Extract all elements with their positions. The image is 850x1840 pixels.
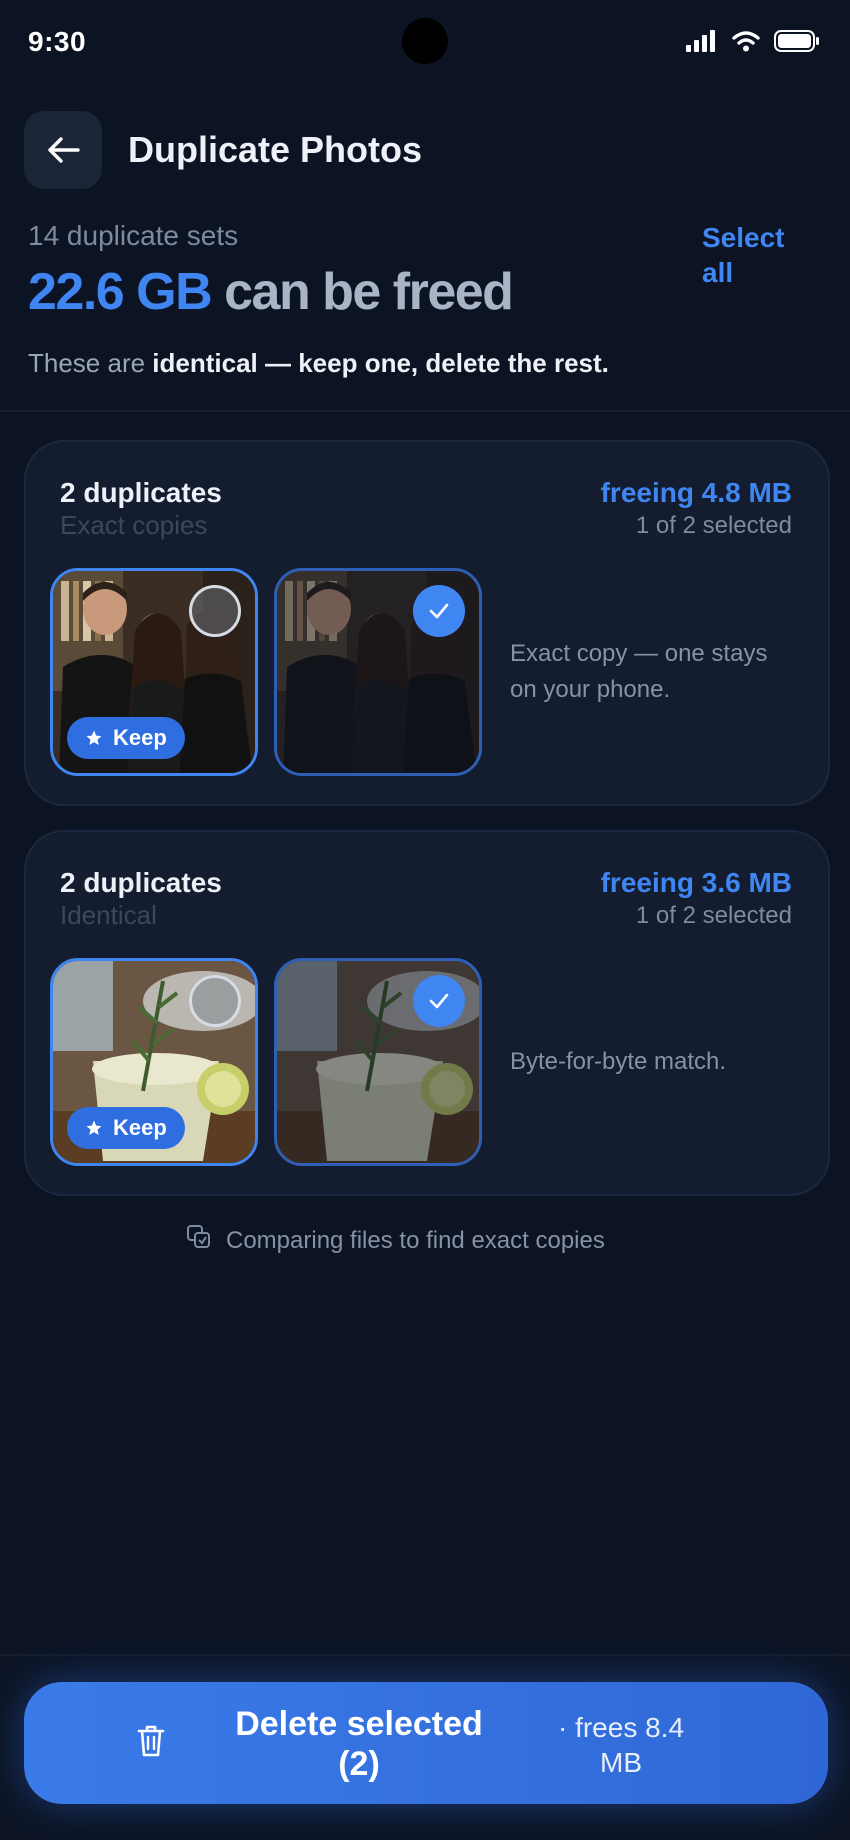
keep-label: Keep: [113, 725, 167, 750]
page-title: Duplicate Photos: [128, 129, 423, 170]
photo-thumbnail-keep[interactable]: Keep: [50, 568, 258, 776]
photo-thumbnail-duplicate[interactable]: [274, 958, 482, 1166]
status-time: 9:30: [28, 26, 87, 57]
group-selected-count: 1 of 2 selected: [635, 902, 792, 929]
wifi-icon: [732, 31, 760, 52]
signal-icon: [686, 30, 715, 52]
back-button[interactable]: [24, 111, 102, 189]
status-bar: 9:30: [0, 0, 850, 90]
delete-button-frees: · frees 8.4 MB: [557, 1712, 685, 1778]
front-camera: [402, 18, 448, 64]
group-title: 2 duplicates: [60, 867, 222, 898]
duplicate-group-card: Identical 2 duplicates freeing 3.6 MB 1 …: [24, 830, 830, 1196]
duplicate-sets-count: 14 duplicate sets: [28, 220, 239, 251]
note-bold: identical — keep one, delete the rest.: [152, 348, 609, 378]
photo-thumbnail-keep[interactable]: Keep: [50, 958, 258, 1166]
header: Duplicate Photos: [24, 110, 422, 190]
select-radio[interactable]: [189, 585, 241, 637]
group-freeing-size: freeing 4.8 MB: [600, 477, 792, 508]
keep-badge: Keep: [67, 1107, 185, 1149]
star-icon: [86, 1120, 102, 1135]
divider: [0, 1654, 850, 1656]
group-subtitle: Exact copies: [60, 510, 208, 540]
divider: [0, 410, 850, 412]
delete-selected-button[interactable]: Delete selected (2) · frees 8.4 MB: [24, 1682, 828, 1804]
scan-status-text: Comparing files to find exact copies: [226, 1227, 605, 1254]
freeable-amount: 22.6 GB can be freed: [28, 262, 514, 322]
scan-status: Comparing files to find exact copies: [186, 1224, 616, 1257]
arrow-left-icon: [48, 137, 80, 163]
trash-icon: [137, 1725, 165, 1757]
keep-label: Keep: [113, 1115, 167, 1140]
status-icons: [686, 30, 820, 52]
group-description: Exact copy — one stays on your phone.: [510, 640, 768, 703]
freeable-suffix: can be freed: [224, 263, 514, 321]
select-all-button[interactable]: Select all: [702, 220, 812, 290]
group-freeing-size: freeing 3.6 MB: [600, 867, 792, 898]
keep-badge: Keep: [67, 717, 185, 759]
group-selected-count: 1 of 2 selected: [635, 512, 792, 539]
battery-icon: [774, 30, 819, 52]
star-icon: [86, 730, 102, 745]
delete-button-label: Delete selected (2): [235, 1705, 483, 1783]
group-title: 2 duplicates: [60, 477, 222, 508]
checkmark-icon[interactable]: [413, 585, 465, 637]
info-note: These are identical — keep one, delete t…: [28, 348, 609, 379]
freeable-size: 22.6 GB: [28, 263, 213, 321]
photo-thumbnail-duplicate[interactable]: [274, 568, 482, 776]
checkmark-icon[interactable]: [413, 975, 465, 1027]
duplicate-group-card: Exact copies 2 duplicates freeing 4.8 MB…: [24, 440, 830, 806]
group-subtitle: Identical: [60, 900, 157, 930]
copy-compare-icon: [187, 1225, 210, 1248]
group-description: Byte-for-byte match.: [510, 1048, 727, 1075]
select-radio[interactable]: [189, 975, 241, 1027]
note-prefix: These are: [28, 348, 153, 378]
